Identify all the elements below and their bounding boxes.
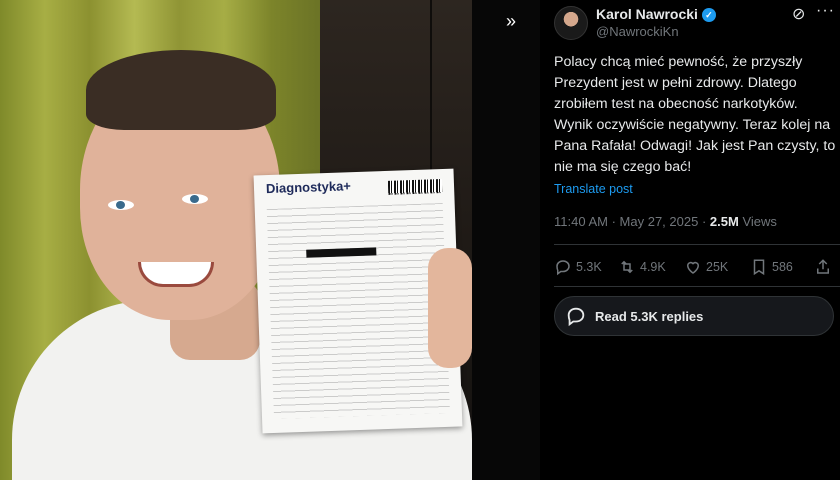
barcode-icon <box>387 179 443 195</box>
tweet-text: Polacy chcą mieć pewność, że przyszły Pr… <box>554 54 836 175</box>
like-count: 25K <box>706 260 729 274</box>
bookmark-icon <box>753 259 765 276</box>
share-button[interactable] <box>814 258 832 276</box>
document-text-lines <box>266 202 450 420</box>
divider <box>554 244 840 245</box>
person-hair <box>86 50 276 130</box>
tweet-time[interactable]: 11:40 AM <box>554 214 608 229</box>
repost-count: 4.9K <box>640 260 666 274</box>
bookmark-button[interactable]: 586 <box>750 258 793 276</box>
dark-edge <box>472 0 540 480</box>
views-label: Views <box>742 214 777 229</box>
reply-icon <box>556 260 570 276</box>
document-brand: Diagnostyka+ <box>265 178 352 197</box>
divider <box>554 286 840 287</box>
reply-bubble-icon <box>567 307 585 327</box>
person-eye-right <box>182 194 208 204</box>
tweet-panel: Karol Nawrocki ✓ @NawrockiKn ⊘ ··· Polacy… <box>540 0 840 480</box>
chevrons-right-icon[interactable]: » <box>498 8 524 34</box>
read-replies-button[interactable]: Read 5.3K replies <box>554 296 834 336</box>
display-name[interactable]: Karol Nawrocki <box>596 6 698 22</box>
meta-separator: · <box>701 214 710 229</box>
avatar[interactable] <box>554 6 588 40</box>
reply-button[interactable]: 5.3K <box>554 258 602 276</box>
verified-badge-icon: ✓ <box>701 8 716 22</box>
tweet-date[interactable]: May 27, 2025 <box>620 214 699 229</box>
author-handle[interactable]: @NawrockiKn <box>596 24 679 39</box>
tweet-meta: 11:40 AM · May 27, 2025 · 2.5M Views <box>554 214 777 229</box>
translate-post-link[interactable]: Translate post <box>554 182 633 196</box>
read-replies-label: Read 5.3K replies <box>595 308 704 324</box>
bookmark-count: 586 <box>772 260 793 274</box>
repost-icon <box>621 260 633 274</box>
repost-button[interactable]: 4.9K <box>618 258 666 276</box>
person-hand <box>428 248 472 368</box>
share-icon <box>817 259 829 274</box>
author-name-row[interactable]: Karol Nawrocki ✓ <box>596 6 716 22</box>
views-count: 2.5M <box>709 214 739 229</box>
reply-count: 5.3K <box>576 260 602 274</box>
meta-separator: · <box>611 214 620 229</box>
heart-icon <box>686 261 700 274</box>
like-button[interactable]: 25K <box>684 258 728 276</box>
tweet-actions: 5.3K 4.9K 25K 586 <box>554 258 840 278</box>
grok-icon[interactable]: ⊘ <box>792 4 805 24</box>
person-eye-left <box>108 200 134 210</box>
tweet-photo[interactable]: Diagnostyka+ » <box>0 0 540 480</box>
more-options-icon[interactable]: ··· <box>816 2 835 20</box>
